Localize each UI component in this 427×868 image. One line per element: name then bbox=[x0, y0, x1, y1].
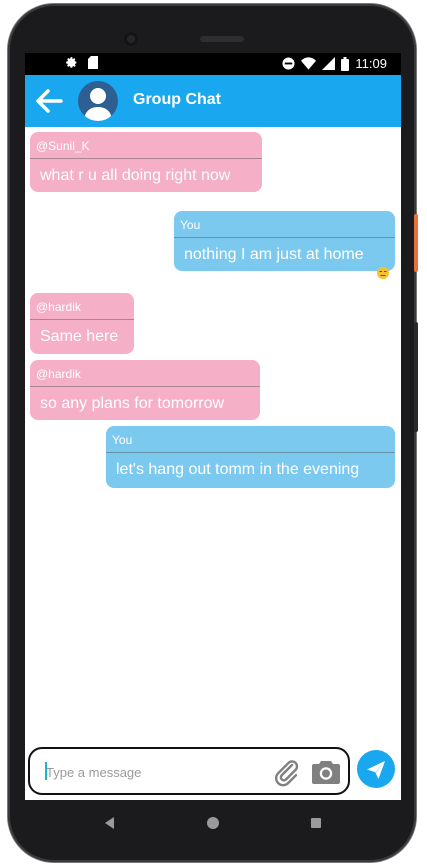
message-bubble-received[interactable]: @hardik so any plans for tomorrow bbox=[30, 360, 260, 420]
text-cursor bbox=[45, 762, 47, 780]
app-screen: 11:09 Group Chat @Sunil_K what r u all d… bbox=[25, 53, 401, 800]
message-text: nothing I am just at home bbox=[184, 246, 364, 263]
message-sender: @hardik bbox=[30, 360, 260, 387]
message-bubble-sent[interactable]: You nothing I am just at home bbox=[174, 211, 395, 271]
power-button bbox=[414, 214, 418, 272]
message-sender: @Sunil_K bbox=[30, 132, 262, 159]
group-avatar[interactable] bbox=[78, 81, 118, 121]
send-icon bbox=[367, 761, 385, 779]
nav-back-icon[interactable] bbox=[105, 817, 114, 829]
message-text: let's hang out tomm in the evening bbox=[116, 461, 360, 478]
message-sender: You bbox=[174, 211, 395, 238]
signal-icon bbox=[322, 57, 336, 70]
nav-home-icon[interactable] bbox=[207, 817, 219, 829]
camera-icon[interactable] bbox=[311, 758, 341, 786]
message-sender: You bbox=[106, 426, 395, 453]
paperclip-icon[interactable] bbox=[272, 757, 302, 787]
message-bubble-sent[interactable]: You let's hang out tomm in the evening bbox=[106, 426, 395, 488]
message-sender: @hardik bbox=[30, 293, 134, 320]
message-list: @Sunil_K what r u all doing right now Yo… bbox=[25, 127, 401, 743]
chat-title: Group Chat bbox=[133, 91, 221, 108]
app-bar: Group Chat bbox=[25, 75, 401, 127]
volume-button bbox=[414, 322, 418, 432]
do-not-disturb-icon bbox=[282, 57, 295, 70]
composer-bar bbox=[25, 743, 401, 800]
send-button[interactable] bbox=[357, 750, 395, 788]
arrow-left-icon[interactable] bbox=[33, 85, 65, 117]
message-bubble-received[interactable]: @Sunil_K what r u all doing right now bbox=[30, 132, 262, 192]
message-text: so any plans for tomorrow bbox=[40, 395, 225, 412]
message-bubble-received[interactable]: @hardik Same here bbox=[30, 293, 134, 354]
status-left-icons bbox=[65, 56, 98, 69]
earpiece-speaker bbox=[200, 36, 244, 42]
person-avatar-icon bbox=[84, 88, 112, 121]
unamused-face-emoji-icon bbox=[377, 267, 389, 279]
battery-icon bbox=[341, 56, 350, 71]
message-text: Same here bbox=[40, 328, 119, 345]
nav-recent-apps-icon[interactable] bbox=[311, 818, 321, 828]
message-input-container bbox=[28, 747, 350, 795]
status-bar: 11:09 bbox=[25, 53, 401, 75]
sd-card-icon bbox=[88, 56, 98, 69]
message-text: what r u all doing right now bbox=[40, 167, 231, 184]
wifi-icon bbox=[301, 57, 317, 70]
gear-icon bbox=[66, 57, 77, 68]
message-input[interactable] bbox=[44, 761, 268, 783]
status-right-icons: 11:09 bbox=[282, 56, 387, 71]
system-nav-bar bbox=[25, 800, 401, 846]
status-time: 11:09 bbox=[355, 56, 387, 71]
front-camera bbox=[124, 32, 138, 46]
